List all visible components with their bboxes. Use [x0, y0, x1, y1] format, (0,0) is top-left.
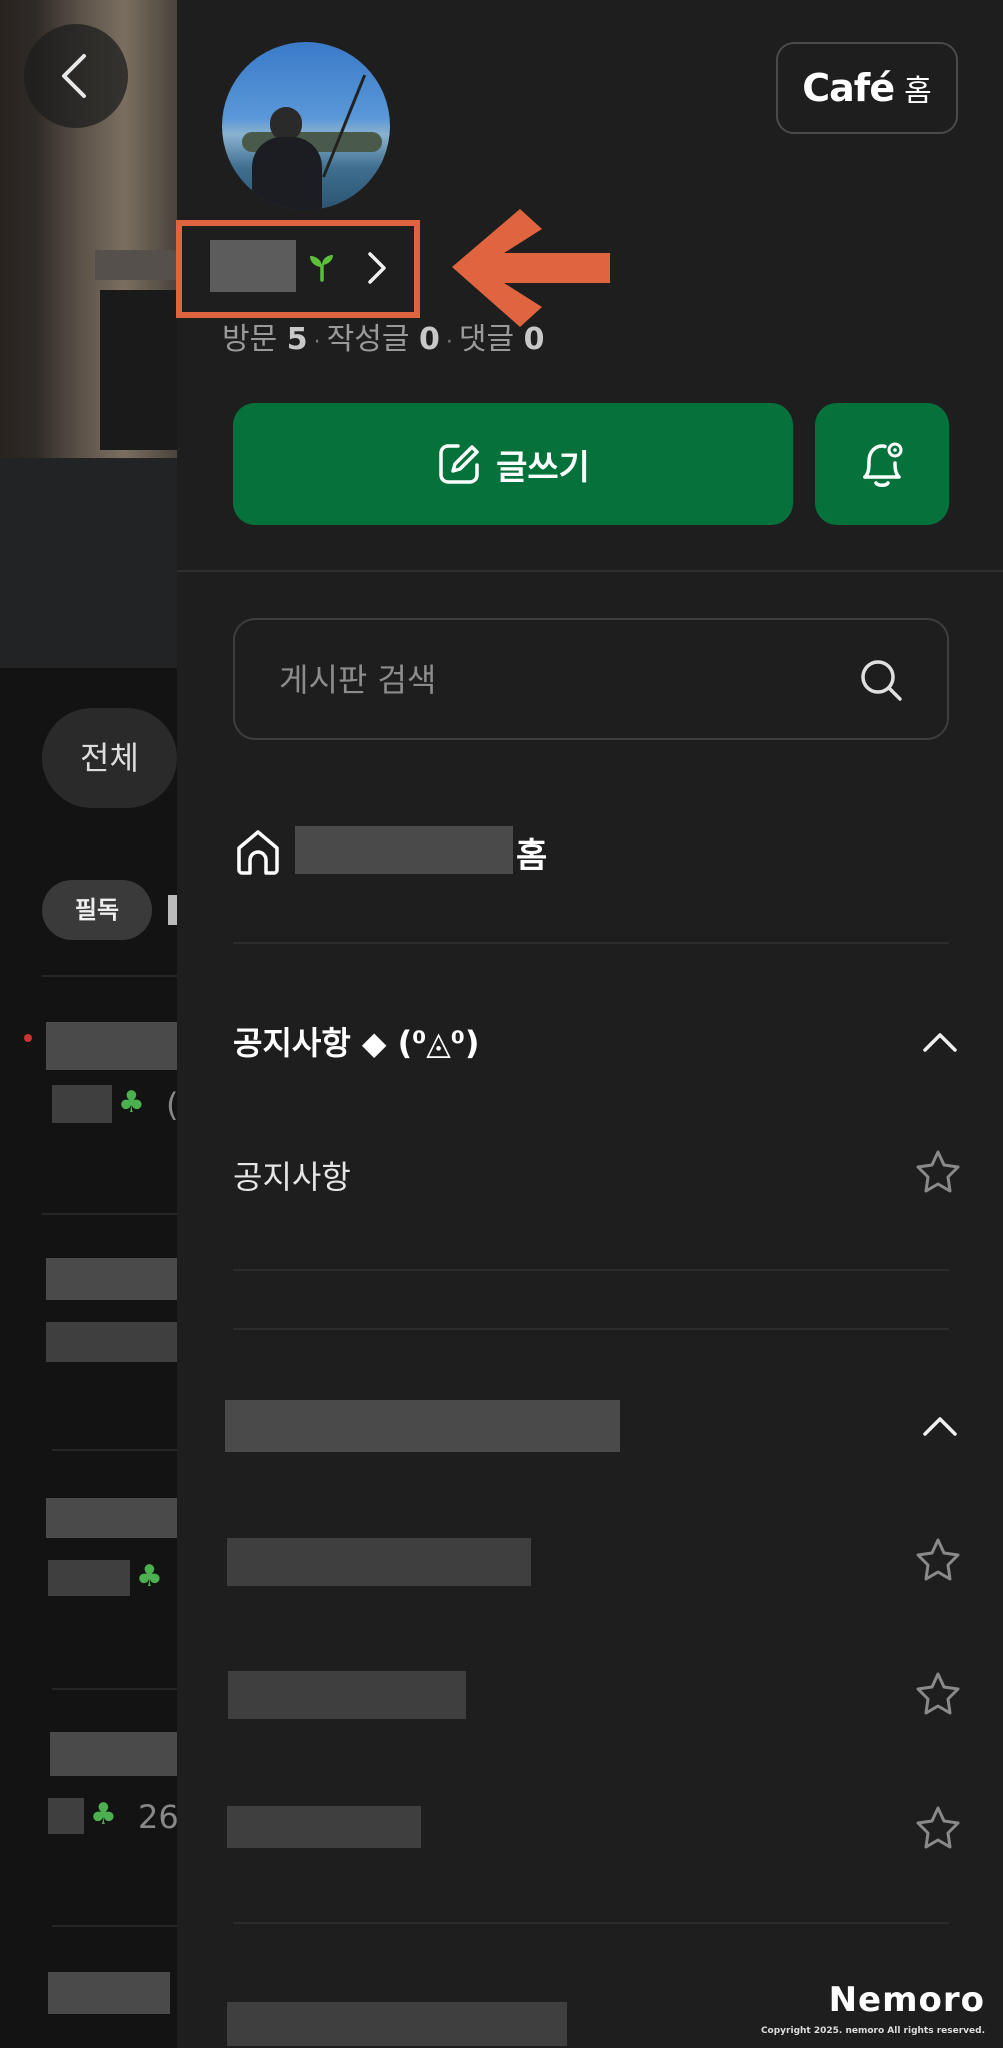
- nickname-highlight-box: [176, 220, 420, 318]
- section-divider: [177, 570, 1003, 572]
- cafe-home-label: 홈: [904, 74, 932, 109]
- posts-label: 작성글: [326, 322, 410, 357]
- chevron-up-icon[interactable]: [922, 1414, 958, 1438]
- visits-value: 5: [286, 322, 308, 357]
- pointer-arrow-icon: [452, 209, 610, 327]
- list-divider: [42, 1213, 177, 1215]
- cafe-name-redacted: [295, 826, 513, 874]
- post-author-redacted: [52, 1085, 112, 1123]
- board-search-box[interactable]: [233, 618, 949, 740]
- board-group-title[interactable]: 공지사항 ◆ (⁰◬⁰): [233, 1018, 480, 1064]
- board-item-notice[interactable]: 공지사항: [233, 1152, 351, 1198]
- post-author-redacted: [48, 1560, 130, 1596]
- post-preview-redacted: [46, 1322, 177, 1362]
- board-group-title-redacted[interactable]: [227, 2002, 567, 2046]
- visits-label: 방문: [222, 322, 278, 357]
- star-icon[interactable]: [914, 1670, 962, 1718]
- chevron-up-icon[interactable]: [922, 1030, 958, 1054]
- watermark-brand: Nemoro: [828, 1980, 985, 2020]
- must-read-title-blur: [168, 895, 177, 925]
- post-author-redacted: [48, 1798, 84, 1834]
- edit-icon: [439, 444, 479, 484]
- member-stats: 방문 5 · 작성글 0 · 댓글 0: [222, 322, 545, 357]
- filter-chip-all[interactable]: 전체: [42, 708, 177, 808]
- board-item-redacted[interactable]: [227, 1806, 421, 1848]
- search-icon[interactable]: [857, 656, 905, 704]
- cafe-home-button[interactable]: Café 홈: [776, 42, 958, 134]
- post-title-redacted: [50, 1732, 177, 1776]
- section-divider: [233, 1922, 949, 1924]
- board-item-redacted[interactable]: [228, 1671, 466, 1719]
- section-divider: [233, 1269, 949, 1271]
- post-title-redacted: [46, 1258, 177, 1300]
- list-divider: [52, 1688, 177, 1690]
- board-group-title-redacted[interactable]: [225, 1400, 620, 1452]
- bell-gear-icon: [863, 442, 903, 487]
- list-divider: [52, 1449, 177, 1451]
- sprout-icon: ♣: [118, 1085, 145, 1120]
- post-title-redacted: [46, 1498, 177, 1538]
- cafe-home-link[interactable]: [233, 820, 283, 884]
- must-read-badge: 필독: [42, 880, 152, 940]
- comments-label: 댓글: [458, 322, 515, 357]
- board-search-input[interactable]: [277, 620, 841, 740]
- profile-avatar[interactable]: [222, 42, 390, 210]
- unread-dot: [24, 1034, 32, 1042]
- cafe-logo: Café: [802, 66, 895, 110]
- background-header-panel: [0, 458, 177, 668]
- back-button[interactable]: [24, 24, 128, 128]
- post-title-redacted: [46, 1022, 177, 1070]
- star-icon[interactable]: [914, 1804, 962, 1852]
- sprout-icon: ♣: [90, 1797, 117, 1832]
- list-divider: [52, 1925, 177, 1927]
- write-post-button[interactable]: 글쓰기: [233, 403, 793, 525]
- comments-value: 0: [523, 322, 545, 357]
- posts-value: 0: [418, 322, 440, 357]
- sprout-icon: ♣: [136, 1559, 163, 1594]
- watermark-copyright: Copyright 2025. nemoro All rights reserv…: [760, 2026, 985, 2036]
- board-item-redacted[interactable]: [227, 1538, 531, 1586]
- star-icon[interactable]: [914, 1148, 962, 1196]
- star-icon[interactable]: [914, 1536, 962, 1584]
- cafe-home-suffix: 홈: [516, 836, 548, 876]
- home-icon: [237, 830, 279, 875]
- back-icon: [62, 54, 86, 98]
- list-divider: [42, 975, 177, 977]
- section-divider: [233, 942, 949, 944]
- notification-settings-button[interactable]: [815, 403, 949, 525]
- write-post-label: 글쓰기: [496, 447, 590, 488]
- post-title-redacted: [48, 1972, 170, 2014]
- section-divider: [233, 1328, 949, 1330]
- post-count: 26: [138, 1798, 179, 1836]
